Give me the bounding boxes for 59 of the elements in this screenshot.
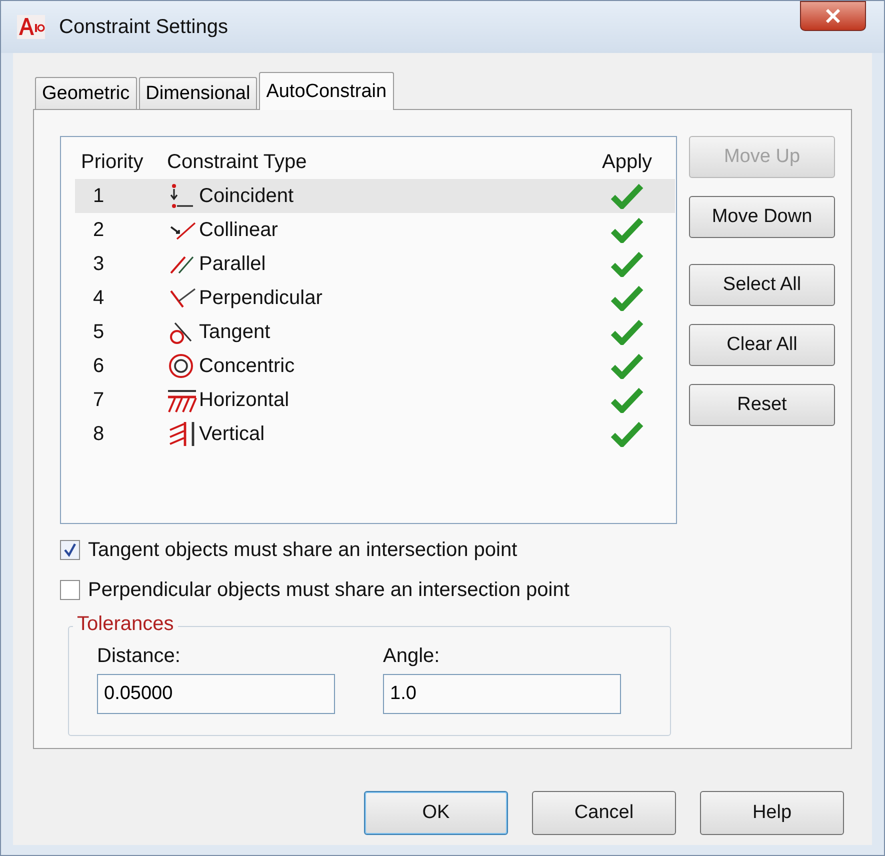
list-row[interactable]: 3 Parallel	[75, 247, 675, 281]
check-icon[interactable]	[610, 387, 644, 413]
priority-cell-text: 5	[92, 320, 106, 344]
column-header[interactable]: Apply	[587, 150, 667, 174]
checkbox[interactable]	[60, 580, 80, 600]
constraint-type-cell: Parallel	[199, 252, 266, 276]
checkbox-label: Perpendicular objects must share an intersection point	[88, 578, 570, 602]
constraint-icon	[167, 387, 197, 413]
dialog-button[interactable]: Cancel	[532, 791, 676, 835]
close-button[interactable]	[800, 1, 866, 31]
priority-cell-text: 6	[92, 354, 106, 378]
priority-cell-text: 2	[92, 218, 106, 242]
window-title: Constraint Settings	[59, 16, 228, 38]
check-icon[interactable]	[610, 285, 644, 311]
constraint-type-cell: Collinear	[199, 218, 278, 242]
check-icon[interactable]	[610, 251, 644, 277]
column-header[interactable]: Priority	[75, 150, 167, 174]
list-row[interactable]: 6 Concentric	[75, 349, 675, 383]
list-row[interactable]: 8 Vertical	[75, 417, 675, 451]
constraint-icon	[167, 421, 197, 447]
check-icon[interactable]	[610, 353, 644, 379]
priority-cell-text: 1	[92, 184, 106, 208]
side-button[interactable]: Reset	[689, 384, 835, 426]
check-icon[interactable]	[610, 217, 644, 243]
checkbox[interactable]	[60, 540, 80, 560]
list-row[interactable]: 1 Coincident	[75, 179, 675, 213]
check-icon[interactable]	[610, 421, 644, 447]
priority-cell-text: 7	[92, 388, 106, 412]
list-row[interactable]: 4 Perpendicular	[75, 281, 675, 315]
priority-cell-text: 8	[92, 422, 106, 446]
input-field[interactable]: 0.05000	[97, 674, 335, 714]
tab[interactable]: Geometric	[35, 77, 137, 109]
close-icon	[825, 9, 841, 23]
tab[interactable]: Dimensional	[138, 77, 258, 109]
tab[interactable]: AutoConstrain	[259, 72, 394, 110]
check-icon[interactable]	[610, 319, 644, 345]
constraint-type-cell: Horizontal	[199, 388, 290, 412]
checkbox-label: Tangent objects must share an intersection point	[88, 538, 518, 562]
column-header[interactable]: Constraint Type	[167, 150, 587, 174]
app-logo-icon	[17, 15, 45, 39]
priority-cell-text: 3	[92, 252, 106, 276]
check-icon[interactable]	[610, 183, 644, 209]
constraint-type-cell: Concentric	[199, 354, 295, 378]
dialog-button[interactable]: OK	[364, 791, 508, 835]
side-button[interactable]: Select All	[689, 264, 835, 306]
field-label: Distance:	[97, 645, 182, 668]
priority-cell-text: 4	[92, 286, 106, 310]
side-button[interactable]: Move Down	[689, 196, 835, 238]
list-row[interactable]: 7 Horizontal	[75, 383, 675, 417]
list-row[interactable]: 5 Tangent	[75, 315, 675, 349]
list-row[interactable]: 2 Collinear	[75, 213, 675, 247]
constraint-type-cell: Vertical	[199, 422, 265, 446]
side-button[interactable]: Clear All	[689, 324, 835, 366]
constraint-type-cell: Tangent	[199, 320, 270, 344]
field-label: Angle:	[383, 645, 441, 668]
input-field[interactable]: 1.0	[383, 674, 621, 714]
dialog-button[interactable]: Help	[700, 791, 844, 835]
constraint-type-cell: Coincident	[199, 184, 294, 208]
constraint-type-cell: Perpendicular	[199, 286, 322, 310]
